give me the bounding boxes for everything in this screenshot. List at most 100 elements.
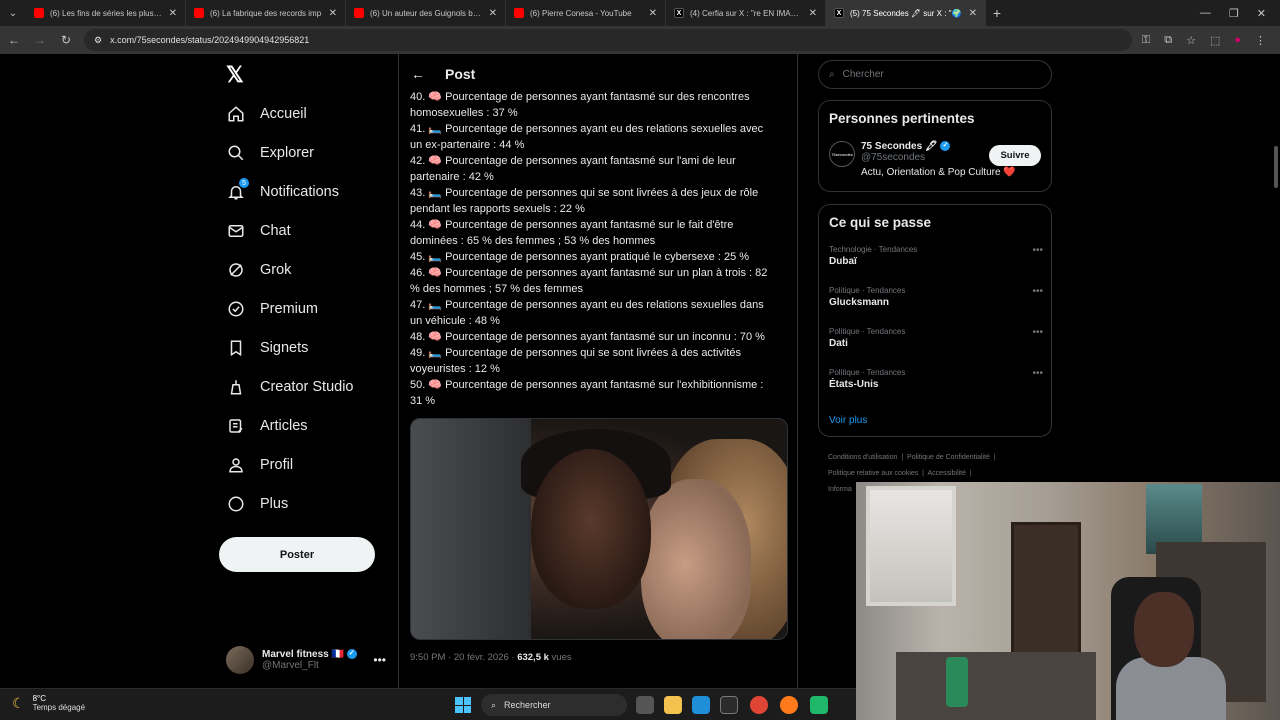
post-line: 31 %	[410, 395, 436, 407]
post-video[interactable]	[410, 418, 788, 640]
nav-item-signets[interactable]: Signets	[226, 333, 308, 363]
tab-close-icon[interactable]: ✕	[649, 8, 657, 19]
site-info-icon[interactable]: ⚙	[94, 35, 102, 46]
footer-link[interactable]: Informa	[828, 486, 852, 493]
back-icon[interactable]: ←	[6, 33, 22, 47]
more-dots-icon[interactable]: •••	[1032, 368, 1043, 379]
articles-icon	[226, 416, 246, 436]
nav-item-notifications[interactable]: 5 Notifications	[226, 177, 339, 207]
tab-close-icon[interactable]: ✕	[329, 8, 337, 19]
browser-menu-icon[interactable]: ⋮	[1255, 34, 1266, 47]
trend-item[interactable]: Politique · Tendances Glucksmann •••	[829, 286, 1043, 308]
follow-button[interactable]: Suivre	[989, 145, 1041, 166]
profile-avatar-icon[interactable]: ●	[1234, 34, 1241, 47]
taskbar-search[interactable]: ⌕ Rechercher	[481, 694, 627, 716]
post-line: un ex-partenaire : 44 %	[410, 139, 525, 151]
nav-item-grok[interactable]: Grok	[226, 255, 291, 285]
footer-link[interactable]: Conditions d'utilisation	[828, 454, 897, 461]
forward-icon[interactable]: →	[32, 33, 48, 47]
tab-close-icon[interactable]: ✕	[969, 8, 977, 19]
app-icon[interactable]	[810, 696, 828, 714]
creator-icon	[226, 377, 246, 397]
more-dots-icon[interactable]: •••	[1032, 286, 1043, 297]
store-icon[interactable]	[720, 696, 738, 714]
close-window-icon[interactable]: ✕	[1257, 7, 1266, 20]
x-logo-icon[interactable]: 𝕏	[226, 64, 248, 86]
account-switcher[interactable]: Marvel fitness 🇫🇷 ✓ @Marvel_Flt •••	[226, 642, 386, 678]
more-dots-icon[interactable]: •••	[373, 653, 386, 667]
avatar: 75secondes	[829, 141, 855, 167]
chrome-icon[interactable]	[750, 696, 768, 714]
page-title: Post	[445, 66, 476, 82]
windows-taskbar: ☾ 8°C Temps dégagé ⌕ Rechercher	[0, 688, 856, 720]
post-line: dominées : 65 % des femmes ; 53 % des ho…	[410, 235, 656, 247]
post-line: 43. 🛏️ Pourcentage de personnes qui se s…	[410, 187, 759, 199]
relevant-people-card: Personnes pertinentes 75secondes 75 Seco…	[818, 100, 1052, 192]
trends-card: Ce qui se passe Technologie · Tendances …	[818, 204, 1052, 437]
tab-close-icon[interactable]: ✕	[489, 8, 497, 19]
view-count: 632,5 k	[517, 652, 549, 663]
search-input[interactable]: ⌕ Chercher	[818, 60, 1052, 89]
minimize-icon[interactable]: —	[1200, 7, 1211, 20]
footer-link[interactable]: Politique de Confidentialité	[907, 454, 990, 461]
windows-start-icon[interactable]	[455, 697, 471, 713]
post-line: 40. 🧠 Pourcentage de personnes ayant fan…	[410, 91, 750, 103]
trend-item[interactable]: Politique · Tendances États-Unis •••	[829, 368, 1043, 390]
tab-close-icon[interactable]: ✕	[169, 8, 177, 19]
more-dots-icon[interactable]: •••	[1032, 245, 1043, 256]
post-line: 47. 🛏️ Pourcentage de personnes ayant eu…	[410, 299, 764, 311]
footer-link[interactable]: Accessibilité	[928, 470, 967, 477]
bookmark-star-icon[interactable]: ☆	[1186, 34, 1196, 47]
nav-item-accueil[interactable]: Accueil	[226, 99, 307, 129]
nav-item-explorer[interactable]: Explorer	[226, 138, 314, 168]
task-view-icon[interactable]	[636, 696, 654, 714]
trend-item[interactable]: Politique · Tendances Dati •••	[829, 327, 1043, 349]
browser-tab[interactable]: (6) La fabrique des records imp ✕	[186, 0, 346, 26]
tab-close-icon[interactable]: ✕	[809, 8, 817, 19]
post-line: homosexuelles : 37 %	[410, 107, 518, 119]
mail-icon	[226, 221, 246, 241]
nav-item-creator-studio[interactable]: Creator Studio	[226, 372, 354, 402]
extensions-icon[interactable]: ⬚	[1210, 34, 1220, 47]
more-dots-icon[interactable]: •••	[1032, 327, 1043, 338]
edge-icon[interactable]	[692, 696, 710, 714]
file-explorer-icon[interactable]	[664, 696, 682, 714]
tab-search-dropdown-icon[interactable]: ⌄	[0, 0, 26, 26]
post-button[interactable]: Poster	[219, 537, 375, 572]
browser-tab[interactable]: (6) Pierre Conesa - YouTube ✕	[506, 0, 666, 26]
nav-item-articles[interactable]: Articles	[226, 411, 308, 441]
browser-tab[interactable]: (6) Les fins de séries les plus W ✕	[26, 0, 186, 26]
install-app-icon[interactable]: ⧉	[1164, 34, 1172, 47]
show-more-link[interactable]: Voir plus	[829, 415, 867, 426]
nav-item-premium[interactable]: Premium	[226, 294, 318, 324]
post-line: 44. 🧠 Pourcentage de personnes ayant fan…	[410, 219, 734, 231]
browser-tab-active[interactable]: X (5) 75 Secondes 🖋 sur X : "🌍 ✕	[826, 0, 986, 26]
browser-tab[interactable]: X (4) Cerfia sur X : "re EN IMAGES ✕	[666, 0, 826, 26]
post-header: ← Post	[399, 54, 797, 94]
new-tab-button[interactable]: +	[986, 5, 1008, 21]
weather-widget[interactable]: ☾ 8°C Temps dégagé	[12, 694, 85, 712]
post-line: 46. 🧠 Pourcentage de personnes ayant fan…	[410, 267, 768, 279]
post-line: 42. 🧠 Pourcentage de personnes ayant fan…	[410, 155, 736, 167]
trend-item[interactable]: Technologie · Tendances Dubaï •••	[829, 245, 1043, 267]
verified-icon: ✓	[940, 141, 951, 152]
browser-toolbar: ← → ↻ ⚙ x.com/75secondes/status/20249499…	[0, 26, 1280, 54]
nav-item-chat[interactable]: Chat	[226, 216, 291, 246]
webcam-overlay	[856, 482, 1280, 720]
profile-icon	[226, 455, 246, 475]
address-bar[interactable]: ⚙ x.com/75secondes/status/20249499049429…	[84, 29, 1132, 51]
youtube-icon	[194, 8, 204, 18]
nav-item-plus[interactable]: Plus	[226, 489, 288, 519]
password-icon[interactable]: ⚿	[1142, 34, 1150, 47]
scroll-thumb[interactable]	[1274, 146, 1278, 188]
reload-icon[interactable]: ↻	[58, 33, 74, 47]
firefox-icon[interactable]	[780, 696, 798, 714]
back-arrow-icon[interactable]: ←	[411, 66, 425, 82]
maximize-icon[interactable]: ❐	[1229, 7, 1239, 20]
search-icon: ⌕	[491, 699, 497, 710]
x-icon: X	[834, 8, 844, 18]
nav-item-profil[interactable]: Profil	[226, 450, 293, 480]
youtube-icon	[354, 8, 364, 18]
footer-link[interactable]: Politique relative aux cookies	[828, 470, 918, 477]
browser-tab[interactable]: (6) Un auteur des Guignols bala ✕	[346, 0, 506, 26]
